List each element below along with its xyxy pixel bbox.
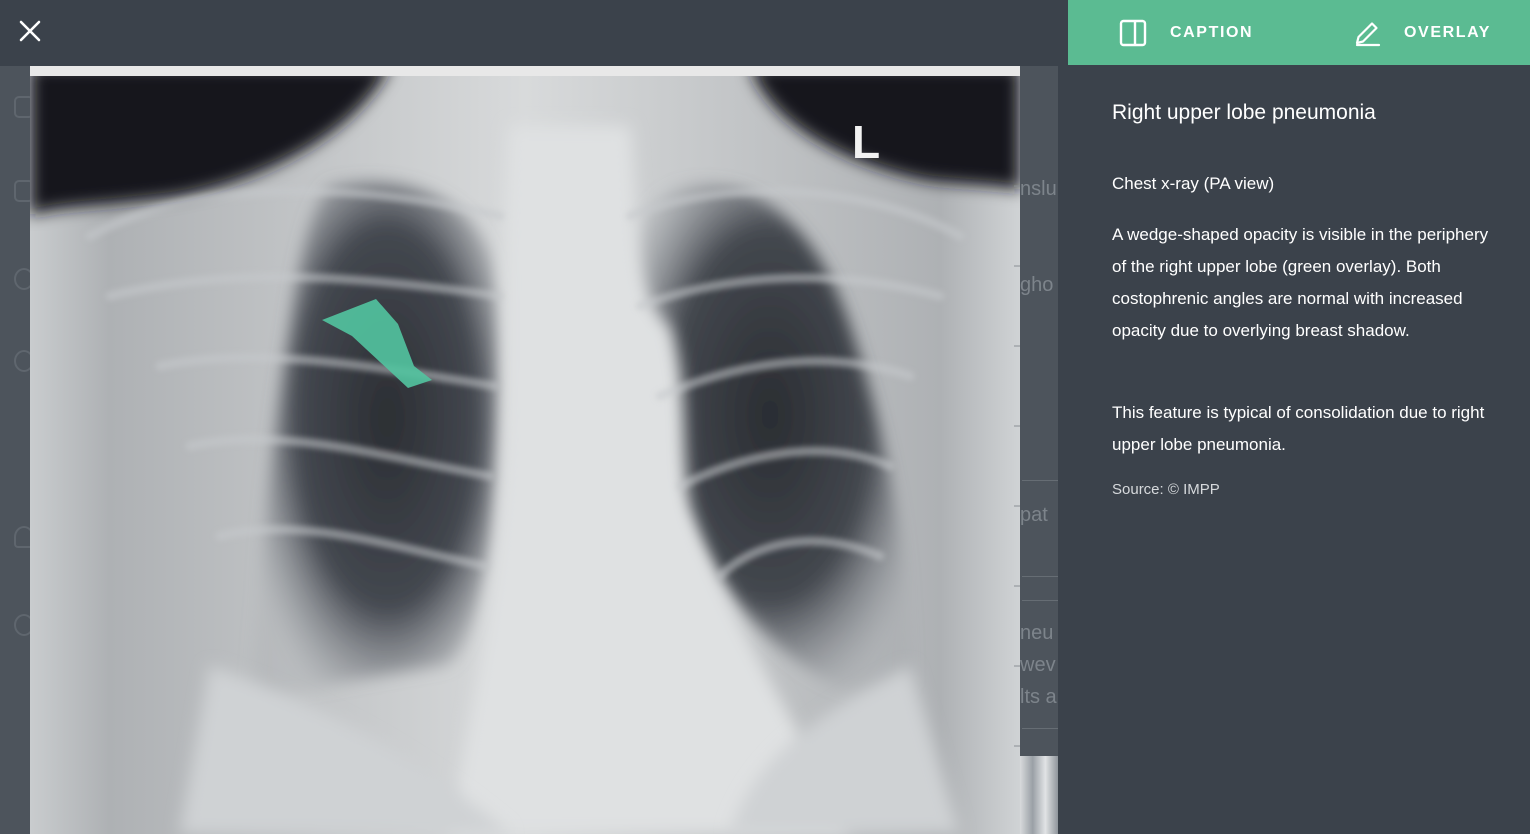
background-text: wev [1020,654,1056,676]
pencil-icon [1352,18,1382,48]
caption-view: Chest x-ray (PA view) [1112,174,1275,193]
divider [1022,600,1058,601]
close-icon [19,20,41,42]
mode-toggle-bar: CAPTION OVERLAY [1068,0,1530,65]
background-text: neu [1020,622,1054,644]
caption-paragraph: This feature is typical of consolidation… [1112,403,1485,454]
xray-image: L [30,66,1020,834]
panel-icon [1118,18,1148,48]
divider [1022,576,1058,577]
caption-button[interactable]: CAPTION [1118,0,1253,65]
caption-paragraph: A wedge-shaped opacity is visible in the… [1112,225,1489,340]
caption-label: CAPTION [1170,23,1254,41]
background-thumbnail [1020,756,1058,834]
lightbox-toolbar [0,0,1068,66]
caption-panel: Right upper lobe pneumonia Chest x-ray (… [1060,65,1530,834]
background-text: pat [1020,504,1048,526]
caption-source: Source: © IMPP [1112,481,1220,498]
divider [1022,480,1058,481]
overlay-label: OVERLAY [1404,23,1492,41]
side-marker: L [852,116,880,168]
overlay-button[interactable]: OVERLAY [1352,0,1491,65]
caption-title: Right upper lobe pneumonia [1112,101,1376,124]
close-button[interactable] [12,13,48,49]
background-text: lts a [1020,686,1057,708]
background-text: nslu [1020,178,1057,200]
divider [1022,728,1058,729]
background-text: gho [1020,274,1054,296]
